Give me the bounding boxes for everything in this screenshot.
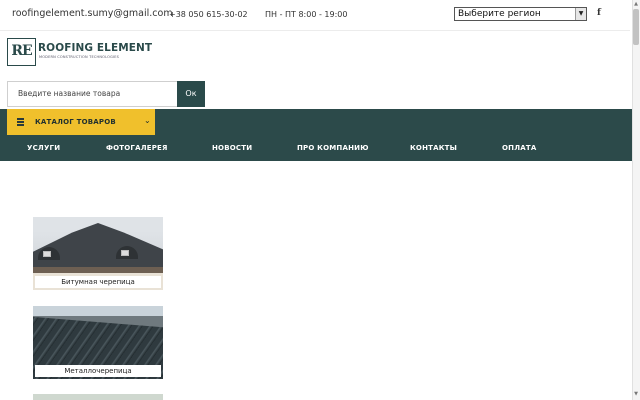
nav-item-services[interactable]: УСЛУГИ	[27, 144, 60, 152]
category-card-partial[interactable]	[33, 394, 163, 400]
logo-tagline: MODERN CONSTRUCTION TECHNOLOGIES	[39, 55, 120, 59]
nav-item-news[interactable]: НОВОСТИ	[212, 144, 252, 152]
contact-phone[interactable]: +38 050 615-30-02	[169, 10, 248, 19]
region-select[interactable]: Выберите регион ▼	[454, 7, 587, 21]
catalog-label: КАТАЛОГ ТОВАРОВ	[35, 118, 116, 126]
logo-mark: RE	[7, 38, 36, 66]
logo-name: ROOFING ELEMENT	[38, 42, 153, 54]
scroll-down-icon[interactable]: ▼	[633, 391, 639, 397]
region-select-value: Выберите регион	[458, 9, 541, 19]
scroll-up-icon[interactable]: ▲	[633, 1, 639, 7]
category-card-bitumen[interactable]: Битумная черепица	[33, 217, 163, 290]
search-input[interactable]: Введите название товара	[7, 81, 178, 107]
top-bar: roofingelement.sumy@gmail.com +38 050 61…	[0, 0, 630, 30]
category-image	[33, 394, 163, 400]
site-logo[interactable]: RE ROOFING ELEMENT MODERN CONSTRUCTION T…	[7, 38, 152, 68]
category-label[interactable]: Битумная черепица	[35, 276, 161, 288]
category-label[interactable]: Металлочерепица	[35, 365, 161, 377]
category-card-metal[interactable]: Металлочерепица	[33, 306, 163, 379]
nav-item-contacts[interactable]: КОНТАКТЫ	[410, 144, 457, 152]
facebook-icon[interactable]: f	[597, 8, 601, 18]
header-divider	[0, 30, 630, 31]
page-scrollbar[interactable]	[632, 0, 640, 400]
nav-item-about[interactable]: ПРО КОМПАНИЮ	[297, 144, 369, 152]
search-button[interactable]: Ок	[177, 81, 205, 107]
scrollbar-thumb[interactable]	[633, 9, 639, 45]
working-hours: ПН - ПТ 8:00 - 19:00	[265, 10, 348, 19]
nav-item-payment[interactable]: ОПЛАТА	[502, 144, 536, 152]
hamburger-icon	[17, 118, 24, 126]
catalog-button[interactable]: КАТАЛОГ ТОВАРОВ ⌄	[7, 109, 155, 135]
dropdown-arrow-icon[interactable]: ▼	[575, 8, 586, 20]
contact-email[interactable]: roofingelement.sumy@gmail.com	[12, 8, 173, 19]
nav-item-gallery[interactable]: ФОТОГАЛЕРЕЯ	[106, 144, 168, 152]
chevron-down-icon: ⌄	[144, 116, 151, 125]
